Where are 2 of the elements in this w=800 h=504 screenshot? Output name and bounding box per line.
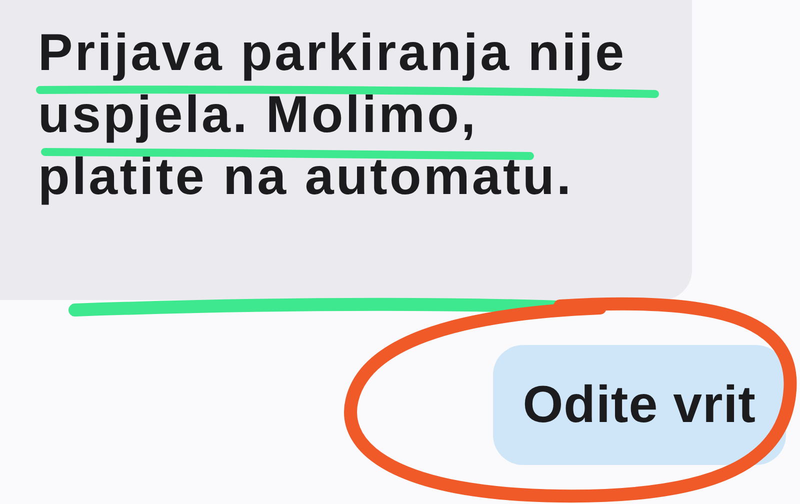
sent-message: Odite vrit bbox=[492, 345, 786, 465]
received-message: Prijava parkiranja nije uspjela. Molimo, platite na automatu. bbox=[0, 0, 692, 300]
